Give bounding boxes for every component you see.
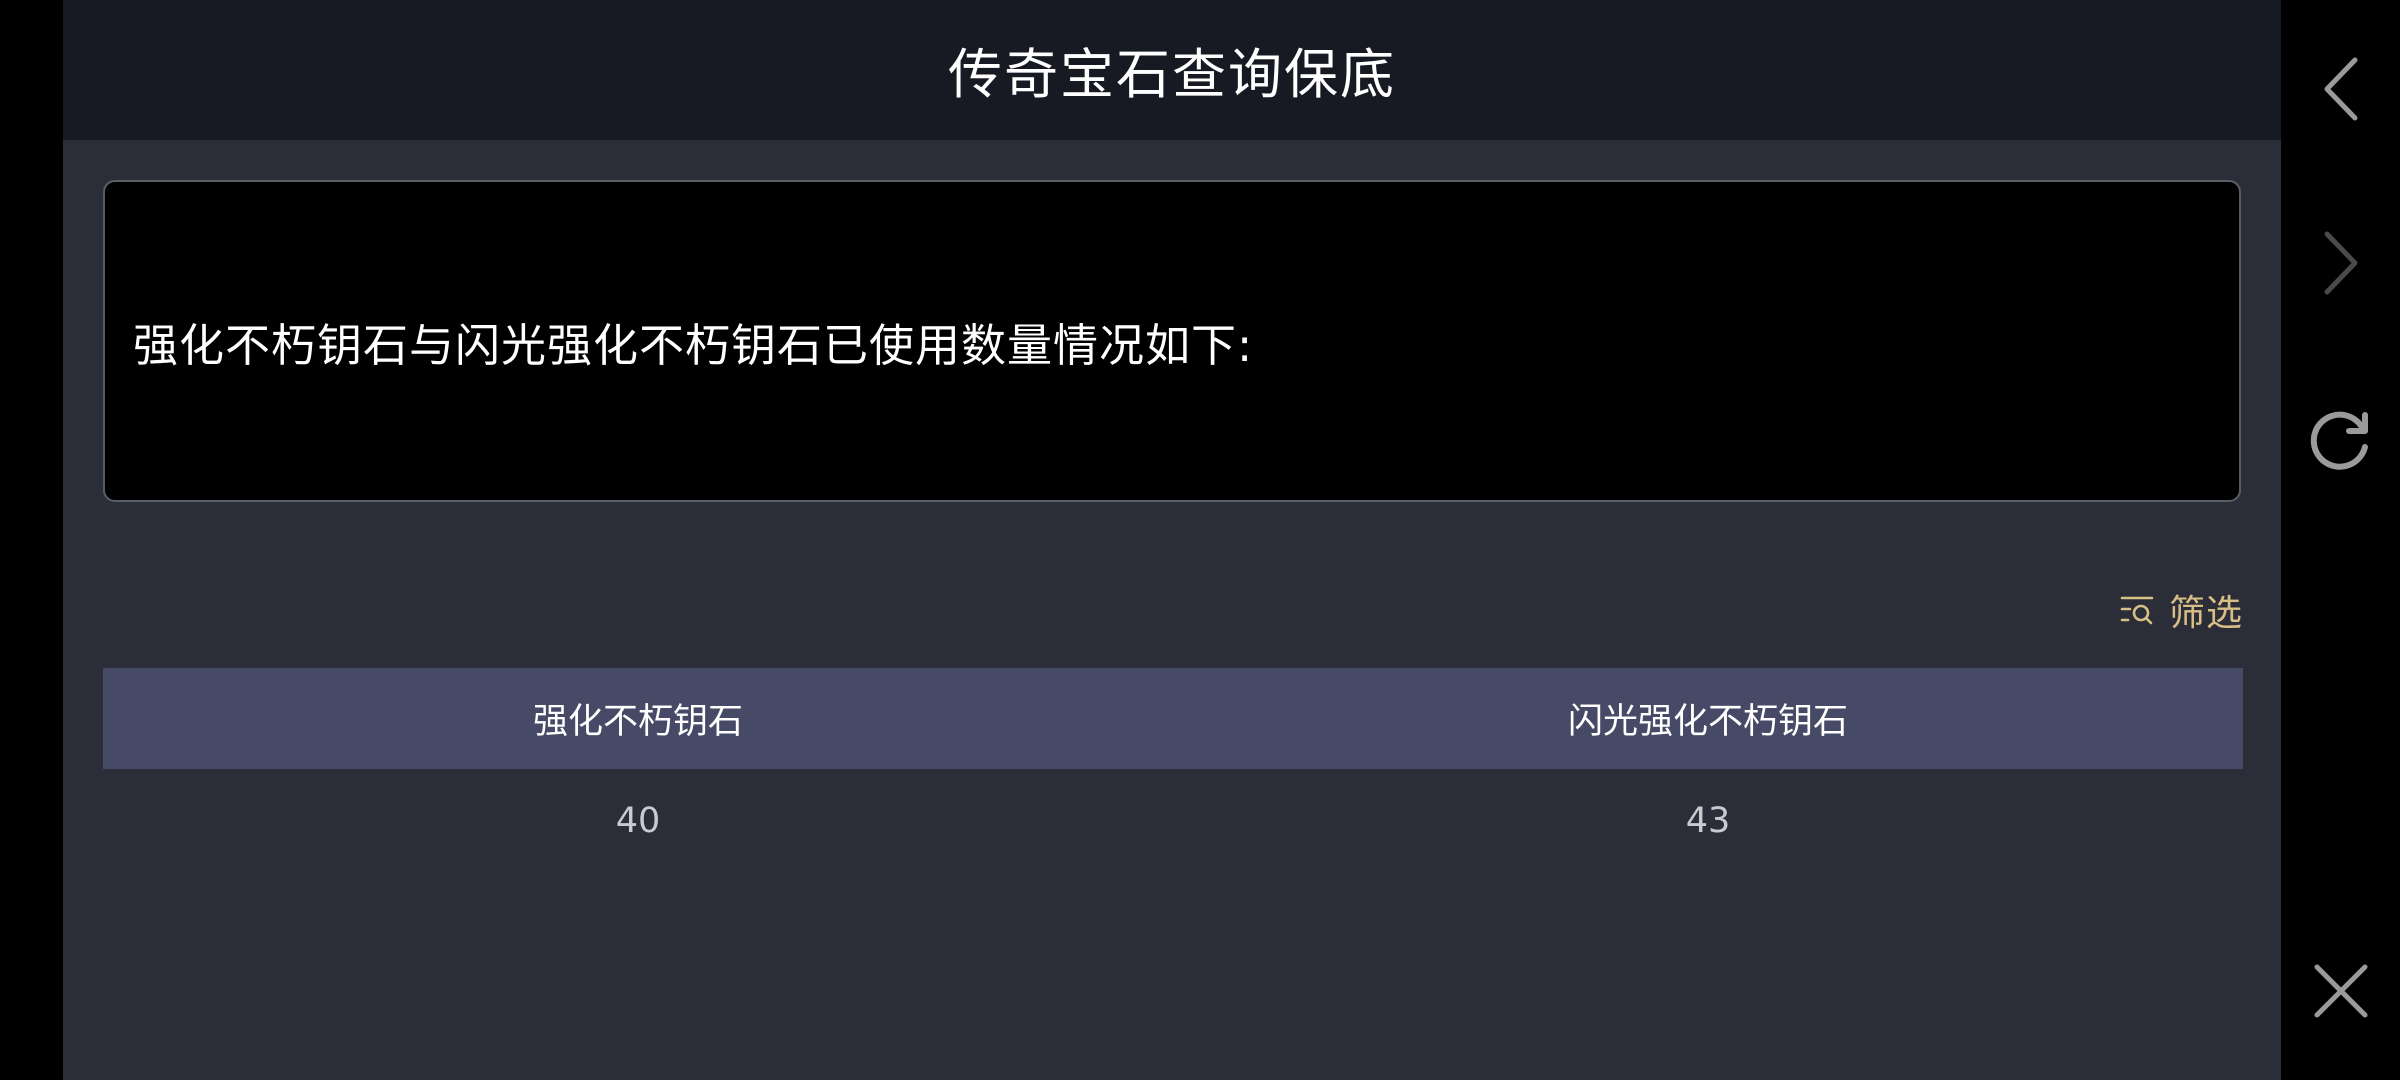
refresh-button[interactable] — [2281, 384, 2400, 494]
info-text: 强化不朽钥石与闪光强化不朽钥石已使用数量情况如下: — [133, 318, 1254, 372]
filter-label: 筛选 — [2168, 593, 2243, 634]
side-navigation — [2281, 0, 2400, 1080]
filter-button[interactable]: 筛选 — [2119, 584, 2243, 636]
page-title: 传奇宝石查询保底 — [948, 42, 1396, 106]
refresh-icon — [2309, 407, 2373, 471]
usage-table: 强化不朽钥石 闪光强化不朽钥石 40 43 — [103, 668, 2243, 873]
filter-search-icon — [2119, 594, 2155, 626]
table-row: 40 43 — [103, 769, 2243, 873]
table-cell-enhanced-key-count: 40 — [615, 801, 661, 841]
column-header-flash-enhanced-key: 闪光强化不朽钥石 — [1567, 702, 1848, 742]
chevron-left-icon — [2319, 56, 2363, 122]
main-panel: 传奇宝石查询保底 强化不朽钥石与闪光强化不朽钥石已使用数量情况如下: 筛选 强化… — [63, 0, 2281, 1080]
left-edge-bar — [0, 0, 63, 1080]
back-button[interactable] — [2281, 34, 2400, 144]
close-button[interactable] — [2281, 936, 2400, 1046]
page-header: 传奇宝石查询保底 — [63, 0, 2281, 140]
column-header-enhanced-key: 强化不朽钥石 — [532, 702, 743, 742]
table-header: 强化不朽钥石 闪光强化不朽钥石 — [103, 668, 2243, 769]
info-box: 强化不朽钥石与闪光强化不朽钥石已使用数量情况如下: — [103, 180, 2241, 502]
close-icon — [2313, 963, 2369, 1019]
table-cell-flash-enhanced-key-count: 43 — [1685, 801, 1731, 841]
chevron-right-icon — [2319, 230, 2363, 296]
forward-button[interactable] — [2281, 208, 2400, 318]
